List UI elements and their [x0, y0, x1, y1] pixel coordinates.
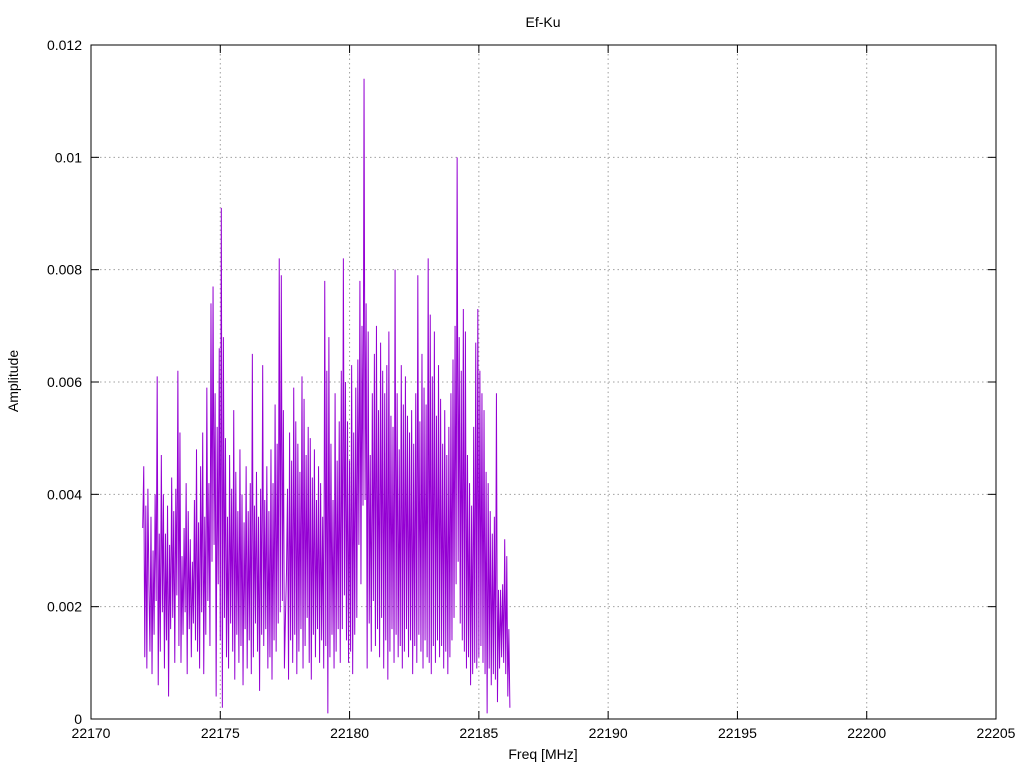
y-axis-label: Amplitude [5, 350, 21, 412]
y-tick-label: 0.012 [47, 37, 82, 53]
x-tick-label: 22185 [459, 725, 498, 741]
x-tick-label: 22200 [847, 725, 886, 741]
x-tick-label: 22170 [72, 725, 111, 741]
x-tick-label: 22205 [977, 725, 1016, 741]
y-tick-label: 0.006 [47, 374, 82, 390]
x-tick-label: 22195 [718, 725, 757, 741]
y-tick-label: 0.002 [47, 599, 82, 615]
y-tick-label: 0 [74, 711, 82, 727]
y-tick-label: 0.004 [47, 486, 82, 502]
amplitude-chart: 22170 22175 22180 22185 22190 22195 22200 22205… [5, 14, 1016, 762]
series-layer [142, 78, 511, 714]
x-axis-label: Freq [MHz] [508, 746, 577, 762]
x-tick-label: 22180 [330, 725, 369, 741]
x-tick-label: 22190 [589, 725, 628, 741]
x-tick-label: 22175 [201, 725, 240, 741]
series-line-0 [142, 78, 511, 714]
y-tick-label: 0.008 [47, 262, 82, 278]
y-tick-label: 0.01 [55, 149, 82, 165]
x-tick-labels: 22170 22175 22180 22185 22190 22195 22200 22205 [72, 725, 1016, 741]
chart-title: Ef-Ku [525, 14, 560, 30]
y-tick-labels: 0 0.002 0.004 0.006 0.008 0.01 0.012 [47, 37, 82, 727]
